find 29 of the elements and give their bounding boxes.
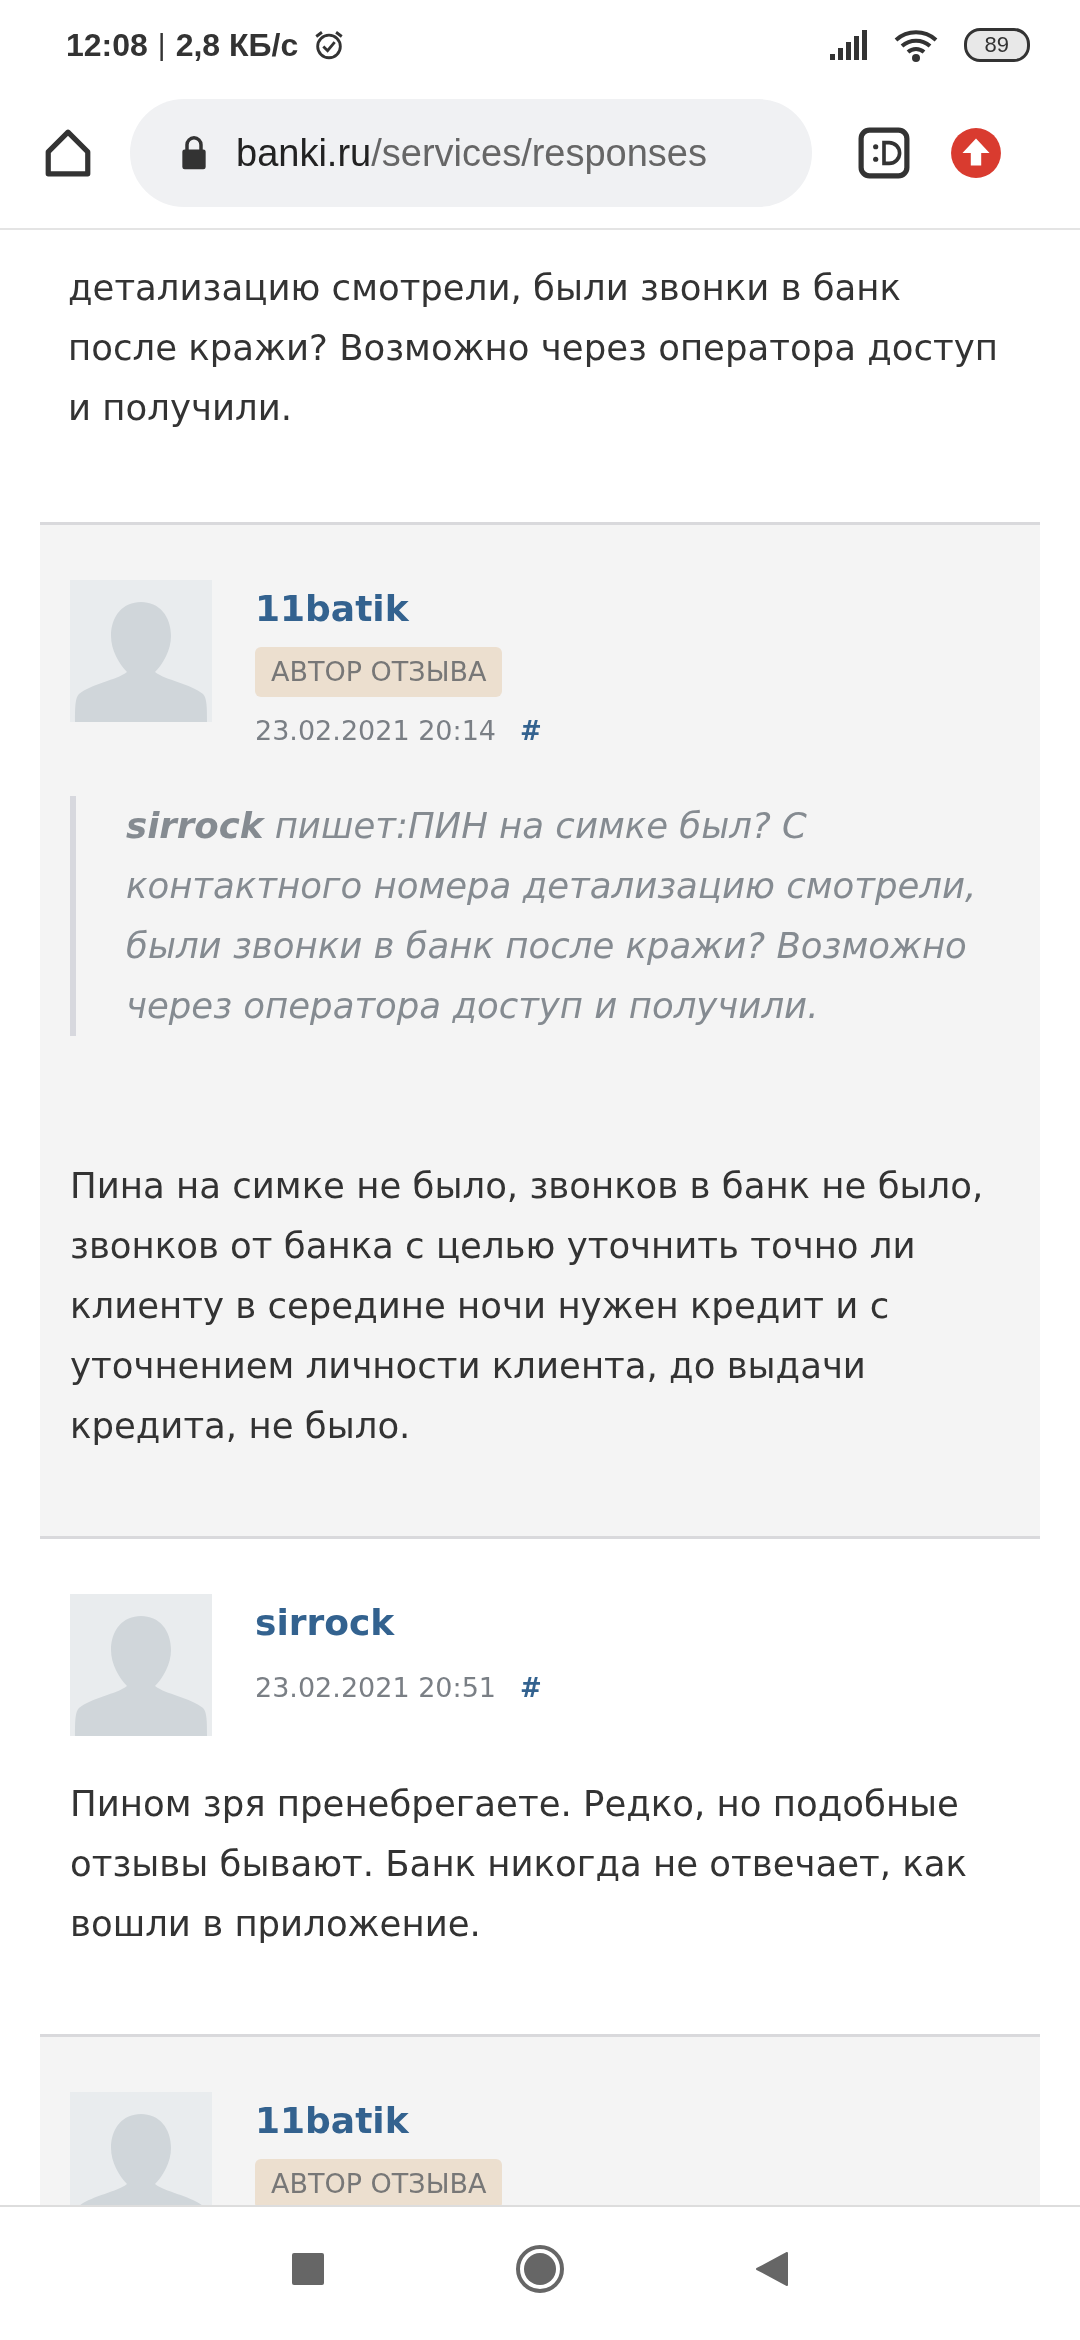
battery-level: 89 — [963, 28, 1030, 62]
url-text: banki.ru/services/responses — [236, 131, 707, 175]
status-separator: | — [157, 28, 166, 62]
wifi-icon — [893, 28, 938, 62]
comment-text: Пином зря пренебрегаете. Редко, но подобные отзывы бывают. Банк никогда не отвечает, как вошли в приложение. — [70, 1782, 968, 1946]
avatar-icon — [70, 1594, 212, 1736]
home-button-icon[interactable] — [515, 2243, 565, 2294]
status-time: 12:08 — [66, 26, 148, 64]
comment-date: 23.02.2021 20:51 — [255, 1671, 496, 1705]
permalink[interactable]: # — [520, 716, 542, 746]
author-badge: АВТОР ОТЗЫВА — [255, 647, 503, 697]
author-link[interactable]: sirrock — [255, 1598, 395, 1648]
network-speed: 2,8 КБ/с — [175, 26, 299, 64]
recents-icon[interactable] — [291, 2251, 325, 2286]
signal-icon — [829, 30, 870, 60]
author-link[interactable]: 11batik — [255, 584, 409, 634]
permalink[interactable]: # — [520, 1673, 542, 1703]
comment-text: Пина на симке не было, звонков в банк не было, звонков от банка с целью уточнить точно ли клиенту в середине ночи нужен кредит и с уточнением личности клиента, до выдачи кредита, не было. — [70, 1164, 985, 1448]
comment-date: 23.02.2021 20:14 — [255, 714, 496, 748]
avatar-icon — [70, 580, 212, 722]
quote-text: sirrock пишет:ПИН на симке был? С контактного номера детализацию смотрели, были звонки в банк после кражи? Возможно через оператора доступ и получили. — [126, 804, 978, 1028]
comment-text: детализацию смотрели, были звонки в банк после кражи? Возможно через оператора доступ и получили. — [68, 266, 999, 430]
author-badge: АВТОР ОТЗЫВА — [255, 2159, 503, 2205]
author-link[interactable]: 11batik — [255, 2096, 409, 2146]
tab-switcher-icon[interactable] — [858, 127, 910, 179]
back-icon[interactable] — [755, 2250, 789, 2287]
update-icon[interactable] — [950, 127, 1002, 179]
address-bar[interactable]: banki.ru/services/responses — [130, 99, 812, 207]
lock-icon — [180, 134, 208, 172]
